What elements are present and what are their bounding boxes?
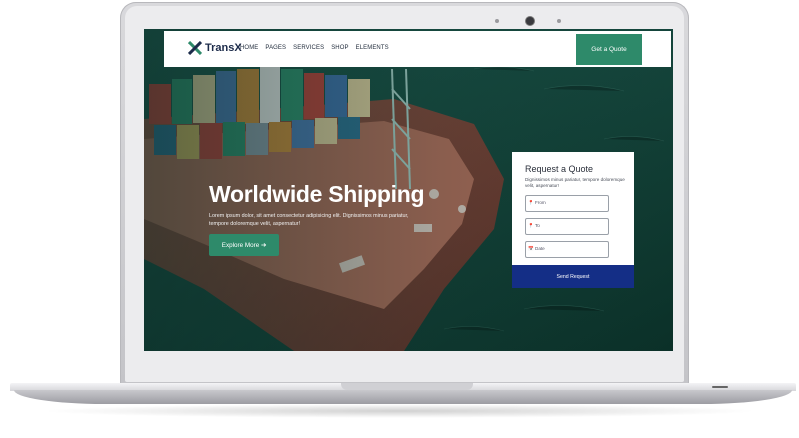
date-placeholder: Date — [535, 246, 545, 251]
from-field[interactable]: 📍 From — [525, 195, 609, 212]
form-description: Dignissimos minus pariatur, tempore dolo… — [525, 177, 625, 188]
nav-item-elements[interactable]: ELEMENTS — [356, 45, 389, 51]
brand-name: TransX — [205, 42, 242, 54]
nav-item-services[interactable]: SERVICES — [293, 45, 324, 51]
laptop-base — [14, 390, 792, 404]
laptop-port — [712, 386, 728, 388]
main-menu: HOME PAGES SERVICES SHOP ELEMENTS — [240, 45, 389, 51]
sensor-dot — [495, 19, 499, 23]
calendar-icon: 📅 — [528, 246, 534, 251]
pin-icon: 📍 — [528, 200, 534, 205]
laptop-screen: TransX HOME PAGES SERVICES SHOP ELEMENTS… — [144, 29, 673, 351]
to-placeholder: To — [535, 223, 540, 228]
brand-logo[interactable]: TransX — [188, 41, 242, 55]
hero-title: Worldwide Shipping — [209, 181, 425, 207]
explore-more-button[interactable]: Explore More ➔ — [209, 234, 279, 256]
nav-item-shop[interactable]: SHOP — [331, 45, 348, 51]
webcam-icon — [526, 17, 534, 25]
sensor-dot — [557, 19, 561, 23]
x-logo-icon — [188, 41, 202, 55]
from-placeholder: From — [535, 200, 546, 205]
date-field[interactable]: 📅 Date — [525, 241, 609, 258]
laptop-lid-notch — [341, 383, 473, 390]
form-title: Request a Quote — [525, 164, 594, 174]
pin-icon: 📍 — [528, 223, 534, 228]
quote-form: Request a Quote Dignissimos minus pariat… — [512, 152, 634, 288]
nav-item-pages[interactable]: PAGES — [265, 45, 286, 51]
nav-item-home[interactable]: HOME — [240, 45, 258, 51]
site-header: TransX HOME PAGES SERVICES SHOP ELEMENTS… — [164, 31, 671, 67]
hero-subtitle: Lorem ipsum dolor, sit amet consectetur … — [209, 213, 409, 227]
laptop-shadow — [40, 404, 759, 418]
send-request-button[interactable]: Send Request — [512, 265, 634, 288]
to-field[interactable]: 📍 To — [525, 218, 609, 235]
get-a-quote-button[interactable]: Get a Quote — [576, 34, 642, 65]
